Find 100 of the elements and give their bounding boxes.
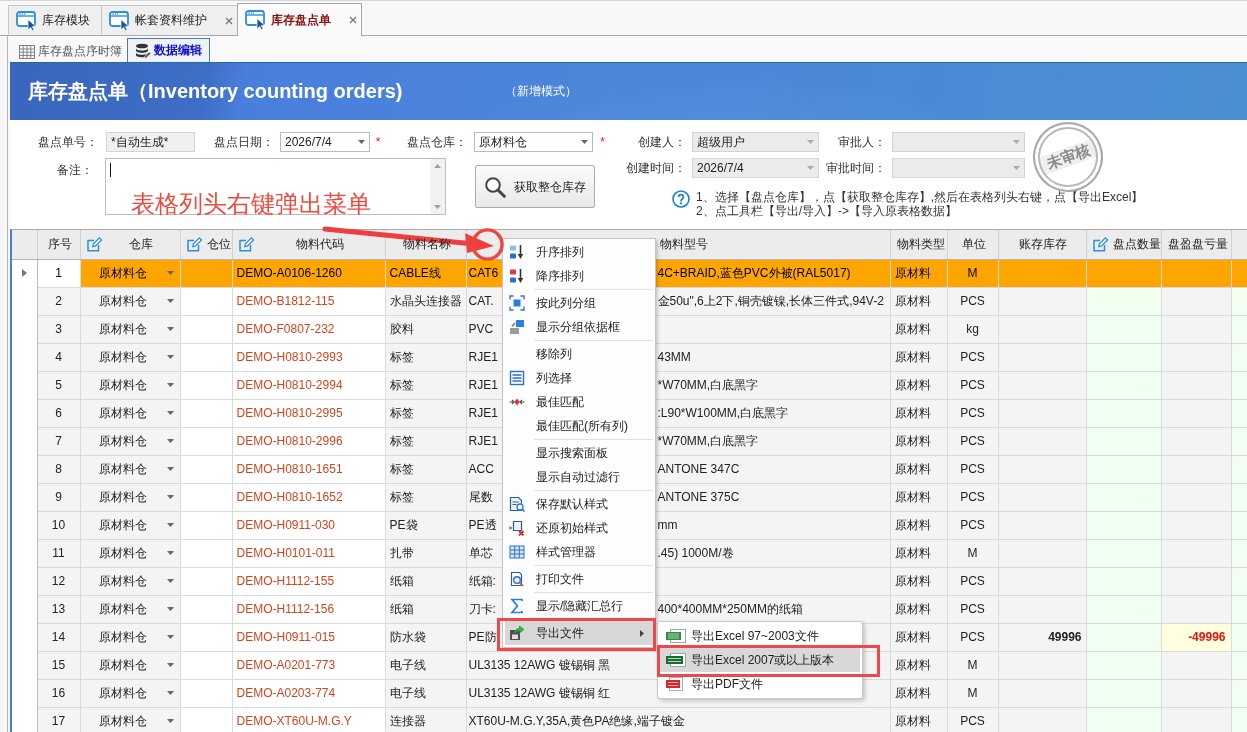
dropdown-cell[interactable]: 原材料仓: [80, 315, 180, 343]
combo-box[interactable]: 2026/7/4: [280, 132, 370, 152]
dropdown-cell[interactable]: 原材料仓: [80, 679, 180, 707]
sigma-icon: [509, 598, 525, 614]
table-cell: ACC: [468, 461, 494, 477]
close-icon[interactable]: [349, 16, 357, 24]
dropdown-cell[interactable]: 原材料仓: [80, 483, 180, 511]
field-label: 盘点仓库：: [406, 134, 467, 150]
combo-box[interactable]: 原材料仓: [474, 132, 593, 152]
row-pointer-icon: [22, 269, 27, 278]
caret-icon: [1013, 166, 1020, 170]
table-cell: 电子线: [385, 679, 466, 707]
document-tab[interactable]: 库存盘点单: [237, 3, 362, 36]
document-remove-icon: [509, 520, 525, 536]
table-cell: DEMO-A0201-773: [232, 651, 385, 679]
search-icon: [484, 175, 506, 198]
menu-item[interactable]: 显示/隐藏汇总行: [505, 594, 653, 618]
table-cell: 标签: [385, 399, 466, 427]
dropdown-cell[interactable]: 原材料仓: [80, 567, 180, 595]
caret-icon: [166, 467, 174, 471]
table-cell: 水晶头连接器: [385, 287, 466, 315]
group-icon: [509, 295, 525, 311]
dropdown-cell[interactable]: 原材料仓: [80, 707, 180, 732]
view-tab[interactable]: 数据编辑: [127, 38, 210, 62]
table-cell: 标签: [385, 427, 466, 455]
table-cell: RJE1: [468, 377, 498, 393]
table-cell: 标签: [385, 483, 466, 511]
menu-item[interactable]: 样式管理器: [505, 540, 653, 564]
caret-icon: [1013, 140, 1020, 144]
print-preview-icon: [509, 571, 525, 587]
menu-item[interactable]: 还原初始样式: [505, 516, 653, 540]
dropdown-cell[interactable]: 原材料仓: [80, 511, 180, 539]
table-cell: RJE1: [468, 433, 498, 449]
document-tab[interactable]: 帐套资料维护: [101, 5, 238, 35]
dropdown-cell[interactable]: 原材料仓: [80, 427, 180, 455]
scrollbar[interactable]: [430, 159, 445, 214]
table-cell: -49996: [1161, 623, 1231, 651]
table-cell-text: 金50u",6上2下,铜壳镀镍,长体三件式,94V-2: [657, 293, 885, 309]
table-cell: XT60U-M.G.Y,35A,黄色PA绝缘,端子镀金: [468, 713, 685, 728]
dropdown-cell[interactable]: 原材料仓: [80, 371, 180, 399]
dropdown-cell[interactable]: 原材料仓: [80, 343, 180, 371]
table-row[interactable]: 17 原材料仓 DEMO-XT60U-M.G.Y 连接器 XT60U-M.G.Y,35A,黄色PA绝缘,端子镀金 原材料 PCS: [12, 707, 1247, 732]
dropdown-cell[interactable]: 原材料仓: [80, 455, 180, 483]
table-cell: RJE1: [468, 349, 498, 365]
field-label: 盘点单号：: [37, 134, 98, 150]
dropdown-cell[interactable]: 原材料仓: [80, 259, 180, 287]
table-cell: DEMO-H1112-155: [232, 567, 385, 595]
window-cursor-icon: [109, 10, 131, 31]
edit-icon: [186, 236, 203, 253]
dropdown-cell[interactable]: 原材料仓: [80, 595, 180, 623]
view-tab[interactable]: 库存盘点序时簿: [17, 40, 126, 62]
menu-item[interactable]: 导出Excel 97~2003文件: [660, 624, 860, 648]
menu-item[interactable]: 按此列分组: [505, 291, 653, 315]
highlight-ring: [471, 228, 504, 261]
caret-icon: [166, 607, 174, 611]
edit-icon: [86, 236, 103, 253]
grid-icon: [19, 44, 35, 59]
menu-item[interactable]: 打印文件: [505, 567, 653, 591]
table-cell: DEMO-H0101-011: [232, 539, 385, 567]
table-cell-text: 4C+BRAID,蓝色PVC外被(RAL5017): [657, 265, 852, 281]
menu-item[interactable]: 降序排列: [505, 264, 653, 288]
file-icon: [666, 653, 686, 667]
menu-item[interactable]: 移除列: [505, 342, 653, 366]
table-cell: DEMO-H0810-2994: [232, 371, 385, 399]
close-icon[interactable]: [225, 16, 233, 25]
caret-icon: [358, 140, 365, 144]
caret-icon: [166, 635, 174, 639]
caret-icon: [166, 719, 174, 723]
table-cell-text: *W70MM,白底黑字: [657, 433, 760, 449]
caret-icon: [166, 411, 174, 415]
page-title: 库存盘点单（Inventory counting orders): [28, 79, 404, 104]
field-label: 审批时间：: [825, 160, 886, 176]
column-header[interactable]: 物料型号: [659, 236, 708, 252]
dropdown-cell[interactable]: 原材料仓: [80, 287, 180, 315]
dropdown-cell[interactable]: 原材料仓: [80, 539, 180, 567]
menu-item[interactable]: 显示分组依据框: [505, 315, 653, 339]
table-cell: 标签: [385, 371, 466, 399]
caret-icon: [166, 691, 174, 695]
table-cell: DEMO-H1112-156: [232, 595, 385, 623]
table-cell: DEMO-F0807-232: [232, 315, 385, 343]
caret-icon: [166, 355, 174, 359]
table-cell-text: 43MM: [657, 349, 692, 365]
edit-icon: [1092, 236, 1109, 253]
table-cell: DEMO-H0810-2996: [232, 427, 385, 455]
caret-icon: [166, 299, 174, 303]
dropdown-cell[interactable]: 原材料仓: [80, 399, 180, 427]
remark-field[interactable]: [105, 158, 446, 215]
table-cell: DEMO-A0106-1260: [232, 259, 385, 287]
table-cell: 连接器: [385, 707, 466, 732]
table-cell-text: .45) 1000M/卷: [657, 545, 735, 561]
fetch-stock-button[interactable]: 获取整仓库存: [475, 165, 595, 208]
table-cell: 电子线: [385, 651, 466, 679]
caret-right-icon: [640, 629, 644, 637]
dropdown-cell[interactable]: 原材料仓: [80, 623, 180, 651]
caret-icon: [166, 523, 174, 527]
document-tab[interactable]: 库存模块: [8, 5, 102, 35]
file-icon: [666, 629, 686, 643]
table-cell: UL3135 12AWG 镀锡铜 黑: [468, 657, 611, 672]
dropdown-cell[interactable]: 原材料仓: [80, 651, 180, 679]
table-cell: 尾数: [468, 489, 493, 505]
